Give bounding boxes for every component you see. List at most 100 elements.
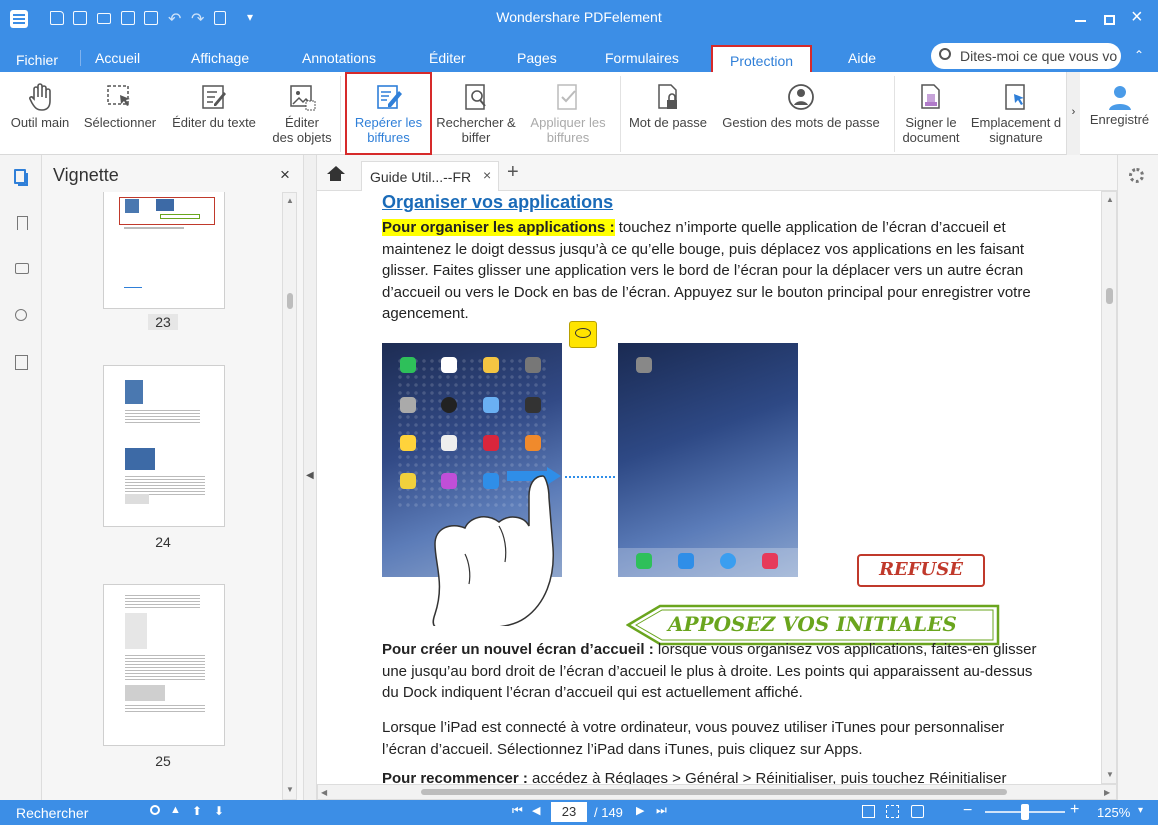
last-page-icon[interactable]: ⏭: [656, 803, 667, 818]
settings-gear-icon[interactable]: [1129, 168, 1144, 183]
fit-page-icon[interactable]: [862, 805, 875, 818]
search-prev-icon[interactable]: ▲: [170, 804, 181, 816]
tab-pages[interactable]: Pages: [517, 50, 557, 66]
search-panel-icon[interactable]: [15, 309, 27, 321]
home-icon[interactable]: [327, 166, 345, 181]
tab-protection[interactable]: Protection: [711, 45, 813, 72]
left-panel-bar: [0, 155, 42, 800]
stamp-refuse[interactable]: REFUSÉ: [857, 554, 985, 587]
zoom-dropdown-icon[interactable]: ▾: [1138, 805, 1143, 816]
edit-objects-button[interactable]: Éditer des objets: [266, 72, 338, 155]
ribbon-tabs: Fichier Accueil Affichage Annotations Éd…: [0, 42, 1158, 72]
mark-redaction-icon: [376, 85, 402, 109]
lock-document-icon: [658, 84, 677, 109]
select-button[interactable]: Sélectionner: [78, 72, 162, 155]
new-tab-button[interactable]: +: [507, 161, 519, 184]
paragraph-recommencer: Pour recommencer : accédez à Réglages > …: [382, 770, 1007, 784]
ribbon-toolbar: Outil main Sélectionner Éditer du texte …: [0, 72, 1158, 155]
search-redact-icon: [465, 84, 486, 110]
hand-icon: [29, 83, 51, 111]
edit-text-icon: [202, 85, 226, 109]
paragraph-organiser: Pour organiser les applications : touche…: [382, 219, 1031, 322]
sign-document-icon: [921, 84, 940, 109]
document-tabs: Guide Util...--FR × +: [317, 155, 1120, 191]
right-panel-bar: [1117, 155, 1158, 800]
panel-splitter[interactable]: ◀: [304, 155, 317, 800]
zoom-slider-thumb[interactable]: [1021, 804, 1029, 820]
ribbon-scroll-right-button[interactable]: ›: [1066, 72, 1080, 155]
thumbnails-panel-icon[interactable]: [14, 169, 26, 184]
mark-redaction-button[interactable]: Repérer les biffures: [345, 72, 432, 155]
prev-page-icon[interactable]: ◀: [532, 804, 540, 817]
thumbnail-page-24[interactable]: [103, 365, 225, 527]
password-management-button[interactable]: Gestion des mots de passe: [714, 72, 888, 155]
ribbon-collapse-icon[interactable]: ⌃: [1134, 48, 1144, 62]
next-page-icon[interactable]: ▶: [636, 804, 644, 817]
tab-fichier[interactable]: Fichier: [16, 52, 58, 68]
page-number-23: 23: [148, 314, 178, 330]
close-tab-icon[interactable]: ×: [483, 167, 491, 183]
search-icon: [939, 48, 951, 60]
signature-field-button[interactable]: Emplacement d signature: [966, 72, 1066, 155]
status-search-icon[interactable]: [150, 805, 160, 815]
thumbnails-panel: Vignette × 23 24 25 ▲ ▼: [42, 155, 304, 800]
document-horizontal-scrollbar[interactable]: ◀ ▶: [317, 784, 1117, 800]
apply-redactions-icon: [557, 84, 577, 110]
password-button[interactable]: Mot de passe: [624, 72, 712, 155]
tab-affichage[interactable]: Affichage: [191, 50, 249, 66]
document-vertical-scrollbar[interactable]: ▲ ▼: [1101, 191, 1117, 784]
hand-tool-button[interactable]: Outil main: [4, 72, 76, 155]
registered-account-button[interactable]: Enregistré: [1081, 72, 1158, 155]
apply-redactions-button[interactable]: Appliquer les biffures: [522, 72, 614, 155]
page-total: / 149: [594, 805, 623, 820]
paragraph-itunes: Lorsque l’iPad est connecté à votre ordi…: [382, 719, 1005, 758]
search-input[interactable]: Dites-moi ce que vous vo: [960, 48, 1118, 64]
first-page-icon[interactable]: ⏮: [512, 803, 523, 818]
close-button[interactable]: ×: [1131, 7, 1143, 27]
collapse-panel-icon[interactable]: ◀: [306, 470, 314, 481]
password-management-icon: [788, 84, 814, 110]
comment-note-icon[interactable]: [569, 321, 597, 348]
edit-objects-icon: [290, 85, 316, 111]
bookmark-icon[interactable]: [17, 216, 28, 230]
actual-size-icon[interactable]: [886, 805, 899, 818]
tab-formulaires[interactable]: Formulaires: [605, 50, 679, 66]
search-box[interactable]: Dites-moi ce que vous vo: [931, 43, 1121, 69]
find-page-icon[interactable]: [15, 355, 28, 370]
zoom-in-button[interactable]: +: [1070, 801, 1079, 819]
tab-annotations[interactable]: Annotations: [302, 50, 376, 66]
app-title: Wondershare PDFelement: [496, 9, 662, 25]
select-cursor-icon: [107, 85, 130, 106]
thumbnail-list: 23 24 25: [42, 192, 280, 800]
thumbnail-page-23[interactable]: [103, 192, 225, 309]
hand-gesture-illustration: [432, 475, 554, 626]
status-bar: Rechercher ▲ ⬆ ⬇ ⏮ ◀ 23 / 149 ▶ ⏭ − + 12…: [0, 800, 1158, 825]
tab-editer[interactable]: Éditer: [429, 50, 466, 66]
user-icon: [1108, 86, 1131, 110]
close-panel-icon[interactable]: ×: [280, 166, 290, 183]
minimize-button[interactable]: [1075, 20, 1086, 22]
page-number-25: 25: [155, 753, 171, 769]
page-heading: Organiser vos applications: [382, 192, 614, 212]
document-tab[interactable]: Guide Util...--FR ×: [361, 161, 499, 191]
thumbnails-title: Vignette: [53, 165, 119, 185]
search-redact-button[interactable]: Rechercher & biffer: [432, 72, 520, 155]
comment-icon[interactable]: [15, 263, 29, 274]
search-up-icon[interactable]: ⬆: [192, 804, 202, 818]
document-tab-label: Guide Util...--FR: [370, 169, 472, 185]
tab-accueil[interactable]: Accueil: [95, 50, 140, 66]
zoom-level[interactable]: 125%: [1097, 805, 1130, 820]
zoom-slider[interactable]: [985, 804, 1065, 820]
maximize-button[interactable]: [1104, 15, 1115, 25]
search-down-icon[interactable]: ⬇: [214, 804, 224, 818]
zoom-out-button[interactable]: −: [963, 802, 972, 820]
thumbnail-scrollbar[interactable]: ▲ ▼: [282, 192, 297, 800]
status-search-label: Rechercher: [16, 805, 89, 821]
edit-text-button[interactable]: Éditer du texte: [164, 72, 264, 155]
page-number-input[interactable]: 23: [551, 802, 587, 822]
tab-aide[interactable]: Aide: [848, 50, 876, 66]
ipad-screenshot-right: [618, 343, 798, 577]
fullscreen-icon[interactable]: [911, 805, 924, 818]
thumbnail-page-25[interactable]: [103, 584, 225, 746]
sign-document-button[interactable]: Signer le document: [898, 72, 964, 155]
